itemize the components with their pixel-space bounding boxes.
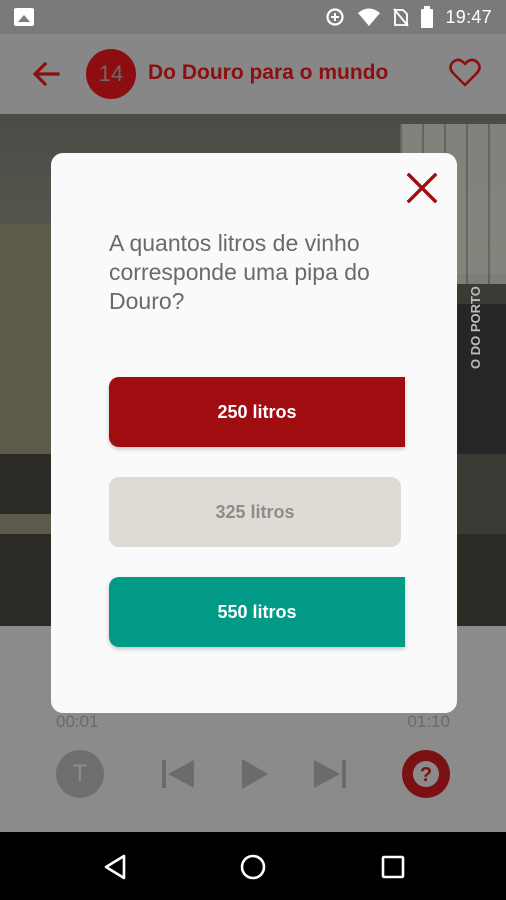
banner-text: O DO PORTO [468, 286, 483, 369]
image-icon [14, 8, 34, 26]
help-button[interactable]: ? [402, 750, 450, 798]
track-number-badge: 14 [86, 49, 136, 99]
back-triangle-icon[interactable] [100, 852, 130, 882]
battery-icon [421, 6, 434, 28]
duration-time: 01:10 [407, 712, 450, 731]
play-icon[interactable] [234, 754, 274, 794]
arrow-back-icon[interactable] [30, 58, 62, 90]
answer-button-550[interactable]: 550 litros [109, 577, 405, 647]
app-bar: 14 Do Douro para o mundo [0, 34, 506, 114]
data-saver-icon [326, 8, 345, 26]
clock: 19:47 [445, 6, 492, 27]
svg-text:?: ? [420, 764, 432, 786]
answer-button-325[interactable]: 325 litros [109, 477, 401, 547]
skip-next-icon[interactable] [310, 754, 350, 794]
heart-outline-icon[interactable] [448, 56, 482, 90]
home-circle-icon[interactable] [238, 852, 268, 882]
quiz-dialog: A quantos litros de vinho corresponde um… [51, 153, 457, 713]
wifi-icon [358, 8, 381, 26]
status-icons: 19:47 [325, 6, 492, 28]
skip-previous-icon[interactable] [158, 754, 198, 794]
answer-button-250[interactable]: 250 litros [109, 377, 405, 447]
close-icon[interactable] [405, 171, 439, 205]
recents-square-icon[interactable] [378, 852, 408, 882]
text-toggle-button[interactable]: T [56, 750, 104, 798]
status-bar: 19:47 [0, 0, 506, 34]
elapsed-time: 00:01 [56, 712, 99, 731]
page-title: Do Douro para o mundo [148, 61, 389, 84]
quiz-question: A quantos litros de vinho corresponde um… [109, 230, 370, 314]
no-sim-icon [393, 8, 410, 27]
system-nav-bar [0, 832, 506, 900]
help-icon: ? [413, 761, 439, 787]
